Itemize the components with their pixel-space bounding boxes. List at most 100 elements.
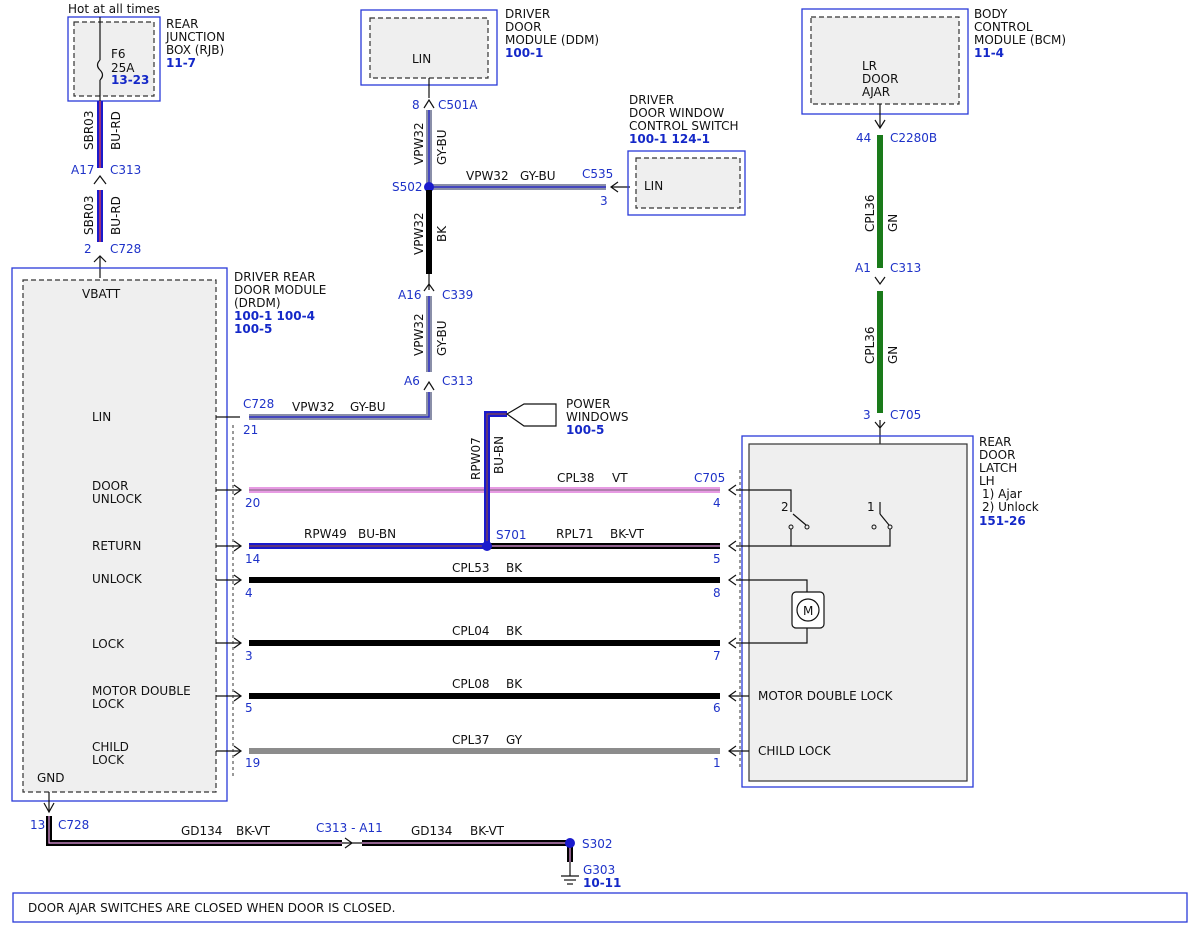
- rear-door-latch: REAR DOOR LATCH LH 1) Ajar 2) Unlock 151…: [736, 435, 1039, 788]
- vpw32-h-color: GY-BU: [520, 169, 556, 183]
- drdm-ref-2: 100-5: [234, 322, 272, 336]
- pin-8: 8: [412, 98, 420, 112]
- conn-a16: A16: [398, 288, 421, 302]
- bcm-title-1: BODY: [974, 7, 1008, 21]
- vpw32-c-circuit: VPW32: [412, 313, 426, 356]
- dwcs-ref: 100-1 124-1: [629, 132, 710, 146]
- bcm-title-3: MODULE (BCM): [974, 33, 1066, 47]
- latch-title-3: LATCH: [979, 461, 1017, 475]
- conn-c535: C535: [582, 167, 613, 181]
- wire-cpl53: CPL53 BK: [249, 561, 720, 583]
- wire-cpl04: CPL04 BK: [249, 624, 720, 646]
- cpl38-color: VT: [612, 471, 628, 485]
- motor-label: M: [803, 604, 813, 618]
- vpw32-c-color: GY-BU: [435, 320, 449, 356]
- sbr03-b-circuit: SBR03: [82, 196, 96, 235]
- pin-13: 13: [30, 818, 45, 832]
- wire-rpw49: RPW49 BU-BN: [249, 527, 487, 549]
- wire-gd134-right: GD134 BK-VT: [362, 824, 573, 862]
- bcm-ref: 11-4: [974, 46, 1004, 60]
- vpw32-a-color: GY-BU: [435, 129, 449, 165]
- drdm-pin-door-unlock-1: DOOR: [92, 479, 128, 493]
- latch-inner-box: [748, 443, 968, 782]
- vpw32-bk-color: BK: [435, 225, 449, 242]
- wire-vpw32-lin: VPW32 GY-BU: [249, 392, 432, 420]
- rpl71-color: BK-VT: [610, 527, 645, 541]
- drdm-pin-stubs: [216, 416, 243, 778]
- wire-gd134-left: GD134 BK-VT: [46, 816, 342, 846]
- reference-tag-icon: [505, 403, 557, 427]
- pw-title-1: POWER: [566, 397, 610, 411]
- latch-title-4: LH: [979, 474, 995, 488]
- drdm-title-1: DRIVER REAR: [234, 270, 316, 284]
- latch-pin-arrows: [727, 470, 749, 770]
- drdm-pin-motor-double-lock-1: MOTOR DOUBLE: [92, 684, 191, 698]
- rpw07-color: BU-BN: [492, 436, 506, 474]
- conn-c728-top: C728: [110, 242, 141, 256]
- cpl53-color: BK: [506, 561, 523, 575]
- rpw49-circuit: RPW49: [304, 527, 347, 541]
- ddm-ref: 100-1: [505, 46, 543, 60]
- conn-c501a: C501A: [438, 98, 478, 112]
- pin-q5: 5: [713, 552, 721, 566]
- cpl36-b-circuit: CPL36: [863, 326, 877, 364]
- wire-rpw07: RPW07 BU-BN: [469, 411, 507, 546]
- ddm-title-3: MODULE (DDM): [505, 33, 599, 47]
- gd134-b-circuit: GD134: [411, 824, 452, 838]
- pin-5: 5: [245, 701, 253, 715]
- pw-title-2: WINDOWS: [566, 410, 629, 424]
- cpl36-a-color: GN: [886, 214, 900, 232]
- cpl08-circuit: CPL08: [452, 677, 490, 691]
- dwcs-title-3: CONTROL SWITCH: [629, 119, 738, 133]
- pin-q1: 1: [713, 756, 721, 770]
- pin-q8: 8: [713, 586, 721, 600]
- vpw32-lin-circuit: VPW32: [292, 400, 335, 414]
- vpw32-lin-color: GY-BU: [350, 400, 386, 414]
- splice-s701: S701: [496, 528, 527, 542]
- conn-a6: A6: [404, 374, 420, 388]
- ddm-inner-box: [369, 17, 489, 79]
- rpl71-circuit: RPL71: [556, 527, 594, 541]
- gd134-b-color: BK-VT: [470, 824, 505, 838]
- rjb-title-1: REAR: [166, 17, 198, 31]
- latch-ref: 151-26: [979, 514, 1026, 528]
- cpl37-color: GY: [506, 733, 523, 747]
- fuse-ref: 13-23: [111, 73, 149, 87]
- drdm-pin-unlock: UNLOCK: [92, 572, 143, 586]
- cpl04-circuit: CPL04: [452, 624, 490, 638]
- wire-cpl08: CPL08 BK: [249, 677, 720, 699]
- conn-c728-bot: C728: [58, 818, 89, 832]
- cpl04-color: BK: [506, 624, 523, 638]
- power-windows-reference: POWER WINDOWS 100-5: [505, 397, 629, 437]
- drdm-pin-lin: LIN: [92, 410, 111, 424]
- rpw07-circuit: RPW07: [469, 437, 483, 480]
- conn-c313-bot: C313 - A11: [316, 821, 383, 835]
- drdm-title-3: (DRDM): [234, 296, 281, 310]
- ground-ref: 10-11: [583, 876, 621, 890]
- vpw32-a-circuit: VPW32: [412, 122, 426, 165]
- conn-a1: A1: [855, 261, 871, 275]
- bcm-title-2: CONTROL: [974, 20, 1033, 34]
- drdm-inner-box: [22, 279, 217, 793]
- conn-a17: A17: [71, 163, 94, 177]
- rjb-title-2: JUNCTION: [165, 30, 225, 44]
- drdm-ref-1: 100-1 100-4: [234, 309, 315, 323]
- cpl53-circuit: CPL53: [452, 561, 490, 575]
- wire-vpw32-black: VPW32 BK: [412, 190, 449, 274]
- pin-19: 19: [245, 756, 260, 770]
- splice-s302-icon: [565, 838, 575, 848]
- vpw32-bk-circuit: VPW32: [412, 212, 426, 255]
- pin-3-c705: 3: [863, 408, 871, 422]
- drdm-pin-child-lock-2: LOCK: [92, 753, 125, 767]
- pin-20: 20: [245, 496, 260, 510]
- ground-icon: [561, 862, 579, 885]
- wire-vpw32-upper: VPW32 GY-BU: [412, 110, 449, 187]
- ground-g303: G303: [583, 863, 615, 877]
- pw-ref: 100-5: [566, 423, 604, 437]
- body-control-module: LR DOOR AJAR BODY CONTROL MODULE (BCM) 1…: [801, 7, 1066, 115]
- ddm-title-1: DRIVER: [505, 7, 550, 21]
- wire-sbr03-top: SBR03 BU-RD: [82, 101, 123, 168]
- pin-q6: 6: [713, 701, 721, 715]
- wire-cpl37: CPL37 GY: [249, 733, 720, 754]
- splice-s502: S502: [392, 180, 423, 194]
